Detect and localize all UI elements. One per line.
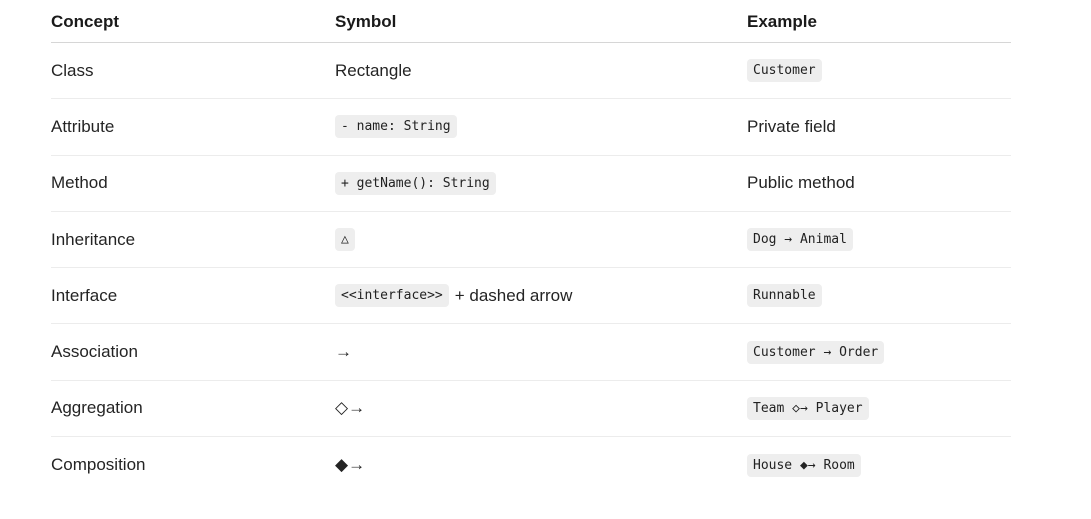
- example-code: Customer → Order: [747, 340, 885, 364]
- example-cell: Dog → Animal: [747, 228, 1011, 252]
- example-cell: Runnable: [747, 284, 1011, 308]
- triangle-icon: △: [335, 228, 355, 252]
- example-code: House ◆→ Room: [747, 453, 861, 477]
- concept-cell: Aggregation: [51, 398, 143, 418]
- table-row: Association → Customer → Order: [51, 324, 1011, 381]
- filled-diamond-arrow-icon: ◆→: [335, 455, 366, 475]
- example-code: Runnable: [747, 284, 822, 308]
- table-row: Attribute - name: String Private field: [51, 99, 1011, 156]
- example-code: Team ◇→ Player: [747, 396, 869, 420]
- table-row: Inheritance △ Dog → Animal: [51, 212, 1011, 269]
- concept-cell: Composition: [51, 455, 146, 475]
- symbol-cell: Rectangle: [335, 61, 747, 81]
- symbol-cell: - name: String: [335, 115, 747, 139]
- column-header-example: Example: [747, 12, 817, 31]
- symbol-code: + getName(): String: [335, 171, 496, 195]
- table-row: Aggregation ◇→ Team ◇→ Player: [51, 381, 1011, 438]
- table-row: Method + getName(): String Public method: [51, 156, 1011, 212]
- symbol-text: Rectangle: [335, 60, 412, 80]
- symbol-cell: △: [335, 228, 747, 252]
- example-cell: Customer: [747, 59, 1011, 83]
- example-code: Customer: [747, 59, 822, 83]
- example-cell: Customer → Order: [747, 340, 1011, 364]
- table-row: Interface <<interface>> + dashed arrow R…: [51, 268, 1011, 325]
- hollow-diamond-arrow-icon: ◇→: [335, 398, 366, 418]
- example-cell: Public method: [747, 173, 1011, 193]
- arrow-right-icon: →: [335, 342, 352, 362]
- symbol-cell: →: [335, 342, 747, 362]
- symbol-cell: + getName(): String: [335, 171, 747, 195]
- table-row: Class Rectangle Customer: [51, 43, 1011, 100]
- column-header-concept: Concept: [51, 12, 119, 31]
- concept-cell: Interface: [51, 285, 118, 305]
- example-cell: Private field: [747, 117, 1011, 137]
- concept-cell: Class: [51, 60, 94, 80]
- example-text: Public method: [747, 173, 855, 193]
- symbol-cell: ◆→: [335, 455, 747, 475]
- table-header-row: Concept Symbol Example: [51, 0, 1011, 43]
- symbol-code: <<interface>>: [335, 284, 449, 308]
- symbol-suffix: + dashed arrow: [454, 285, 573, 305]
- table-row: Composition ◆→ House ◆→ Room: [51, 437, 1011, 493]
- concept-cell: Inheritance: [51, 229, 136, 249]
- example-cell: House ◆→ Room: [747, 453, 1011, 477]
- example-cell: Team ◇→ Player: [747, 396, 1011, 420]
- concept-cell: Method: [51, 173, 108, 193]
- symbol-cell: <<interface>> + dashed arrow: [335, 284, 747, 308]
- symbol-cell: ◇→: [335, 398, 747, 418]
- example-code: Dog → Animal: [747, 228, 853, 252]
- concept-cell: Attribute: [51, 116, 115, 136]
- uml-notation-table: Concept Symbol Example Class Rectangle C…: [51, 0, 1011, 493]
- concept-cell: Association: [51, 342, 138, 362]
- symbol-code: - name: String: [335, 115, 457, 139]
- example-text: Private field: [747, 116, 836, 136]
- column-header-symbol: Symbol: [335, 12, 397, 31]
